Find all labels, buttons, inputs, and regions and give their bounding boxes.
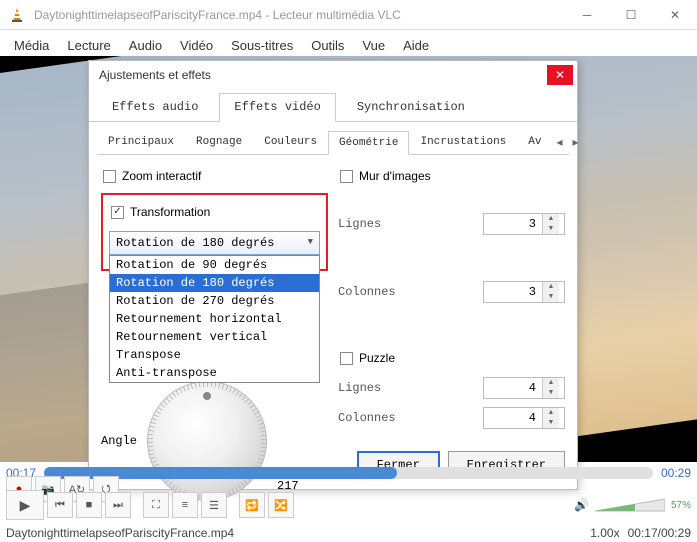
next-button[interactable]: ⏭ bbox=[105, 492, 131, 518]
subtab-rognage[interactable]: Rognage bbox=[185, 130, 253, 154]
menu-lecture[interactable]: Lecture bbox=[59, 34, 118, 57]
menu-soustitres[interactable]: Sous-titres bbox=[223, 34, 301, 57]
geometry-left-column: Zoom interactif Transformation Rotation … bbox=[101, 165, 328, 501]
transformation-checkbox[interactable] bbox=[111, 206, 124, 219]
previous-button[interactable]: ⏮ bbox=[47, 492, 73, 518]
subtab-scroll-right-icon[interactable]: ▸ bbox=[569, 133, 583, 151]
puzzle-lignes-label: Lignes bbox=[338, 381, 475, 395]
tab-effets-audio[interactable]: Effets audio bbox=[97, 93, 213, 121]
mur-lignes-spinner[interactable]: ▲▼ bbox=[483, 213, 565, 235]
menu-video[interactable]: Vidéo bbox=[172, 34, 221, 57]
sub-tabs: Principaux Rognage Couleurs Géométrie In… bbox=[97, 130, 569, 155]
mur-lignes-input[interactable] bbox=[484, 214, 542, 234]
maximize-button[interactable]: ☐ bbox=[609, 0, 653, 30]
transformation-dropdown[interactable]: Rotation de 180 degrés Rotation de 90 de… bbox=[109, 231, 320, 255]
puzzle-colonnes-spinner[interactable]: ▲▼ bbox=[483, 407, 565, 429]
mur-colonnes-label: Colonnes bbox=[338, 285, 475, 299]
status-filename: DaytonighttimelapseofPariscityFrance.mp4 bbox=[6, 526, 582, 540]
transformation-options-list: Rotation de 90 degrés Rotation de 180 de… bbox=[109, 255, 320, 383]
status-position[interactable]: 00:17/00:29 bbox=[628, 526, 691, 540]
option-flip-vertical[interactable]: Retournement vertical bbox=[110, 328, 319, 346]
extended-settings-button[interactable]: ≡ bbox=[172, 492, 198, 518]
subtab-incrustations[interactable]: Incrustations bbox=[409, 130, 517, 154]
minimize-button[interactable]: ─ bbox=[565, 0, 609, 30]
subtab-geometrie[interactable]: Géométrie bbox=[328, 131, 409, 155]
mur-colonnes-input[interactable] bbox=[484, 282, 542, 302]
spin-down-icon[interactable]: ▼ bbox=[543, 388, 559, 398]
subtab-scroll-left-icon[interactable]: ◂ bbox=[553, 133, 567, 151]
spin-down-icon[interactable]: ▼ bbox=[543, 292, 559, 302]
dial-indicator-icon bbox=[203, 392, 211, 400]
option-rotation-270[interactable]: Rotation de 270 degrés bbox=[110, 292, 319, 310]
spin-up-icon[interactable]: ▲ bbox=[543, 282, 559, 292]
mur-images-label: Mur d'images bbox=[359, 169, 431, 183]
playlist-button[interactable]: ☰ bbox=[201, 492, 227, 518]
speaker-icon[interactable]: 🔊 bbox=[574, 498, 589, 512]
puzzle-label: Puzzle bbox=[359, 351, 395, 365]
zoom-interactif-checkbox[interactable] bbox=[103, 170, 116, 183]
puzzle-lignes-spinner[interactable]: ▲▼ bbox=[483, 377, 565, 399]
fullscreen-button[interactable]: ⛶ bbox=[143, 492, 169, 518]
menu-media[interactable]: Média bbox=[6, 34, 57, 57]
subtab-av[interactable]: Av bbox=[517, 130, 552, 154]
transformation-label: Transformation bbox=[130, 205, 210, 219]
mur-lignes-label: Lignes bbox=[338, 217, 475, 231]
main-tabs: Effets audio Effets vidéo Synchronisatio… bbox=[89, 89, 577, 122]
menu-audio[interactable]: Audio bbox=[121, 34, 170, 57]
zoom-interactif-label: Zoom interactif bbox=[122, 169, 201, 183]
subtab-couleurs[interactable]: Couleurs bbox=[253, 130, 328, 154]
spin-up-icon[interactable]: ▲ bbox=[543, 408, 559, 418]
spin-up-icon[interactable]: ▲ bbox=[543, 214, 559, 224]
status-bar: DaytonighttimelapseofPariscityFrance.mp4… bbox=[6, 526, 691, 540]
menu-aide[interactable]: Aide bbox=[395, 34, 437, 57]
volume-percent: 57% bbox=[671, 500, 691, 511]
volume-slider[interactable] bbox=[595, 497, 665, 513]
window-title: DaytonighttimelapseofPariscityFrance.mp4… bbox=[34, 8, 565, 22]
option-anti-transpose[interactable]: Anti-transpose bbox=[110, 364, 319, 382]
tab-effets-video[interactable]: Effets vidéo bbox=[219, 93, 335, 122]
puzzle-lignes-input[interactable] bbox=[484, 378, 542, 398]
puzzle-colonnes-label: Colonnes bbox=[338, 411, 475, 425]
dialog-titlebar[interactable]: Ajustements et effets ✕ bbox=[89, 61, 577, 89]
spin-up-icon[interactable]: ▲ bbox=[543, 378, 559, 388]
option-rotation-180[interactable]: Rotation de 180 degrés bbox=[110, 274, 319, 292]
spin-down-icon[interactable]: ▼ bbox=[543, 418, 559, 428]
dialog-close-button[interactable]: ✕ bbox=[547, 65, 573, 85]
mur-colonnes-spinner[interactable]: ▲▼ bbox=[483, 281, 565, 303]
vlc-cone-icon bbox=[8, 6, 26, 24]
puzzle-checkbox[interactable] bbox=[340, 352, 353, 365]
spin-down-icon[interactable]: ▼ bbox=[543, 224, 559, 234]
transformation-highlight: Transformation Rotation de 180 degrés Ro… bbox=[101, 193, 328, 271]
mur-images-checkbox[interactable] bbox=[340, 170, 353, 183]
puzzle-colonnes-input[interactable] bbox=[484, 408, 542, 428]
status-speed[interactable]: 1.00x bbox=[590, 526, 619, 540]
adjustments-effects-dialog: Ajustements et effets ✕ Effets audio Eff… bbox=[88, 60, 578, 490]
dialog-title: Ajustements et effets bbox=[99, 68, 547, 82]
subtab-principaux[interactable]: Principaux bbox=[97, 130, 185, 154]
option-rotation-90[interactable]: Rotation de 90 degrés bbox=[110, 256, 319, 274]
option-flip-horizontal[interactable]: Retournement horizontal bbox=[110, 310, 319, 328]
option-transpose[interactable]: Transpose bbox=[110, 346, 319, 364]
tab-synchronisation[interactable]: Synchronisation bbox=[342, 93, 480, 121]
menu-outils[interactable]: Outils bbox=[303, 34, 352, 57]
angle-label: Angle bbox=[101, 434, 137, 448]
transformation-selected[interactable]: Rotation de 180 degrés bbox=[109, 231, 320, 255]
loop-button[interactable]: 🔁 bbox=[239, 492, 265, 518]
menu-vue[interactable]: Vue bbox=[354, 34, 393, 57]
stop-button[interactable]: ■ bbox=[76, 492, 102, 518]
shuffle-button[interactable]: 🔀 bbox=[268, 492, 294, 518]
window-titlebar: DaytonighttimelapseofPariscityFrance.mp4… bbox=[0, 0, 697, 30]
close-button[interactable]: ✕ bbox=[653, 0, 697, 30]
play-button[interactable]: ▶ bbox=[6, 490, 44, 520]
